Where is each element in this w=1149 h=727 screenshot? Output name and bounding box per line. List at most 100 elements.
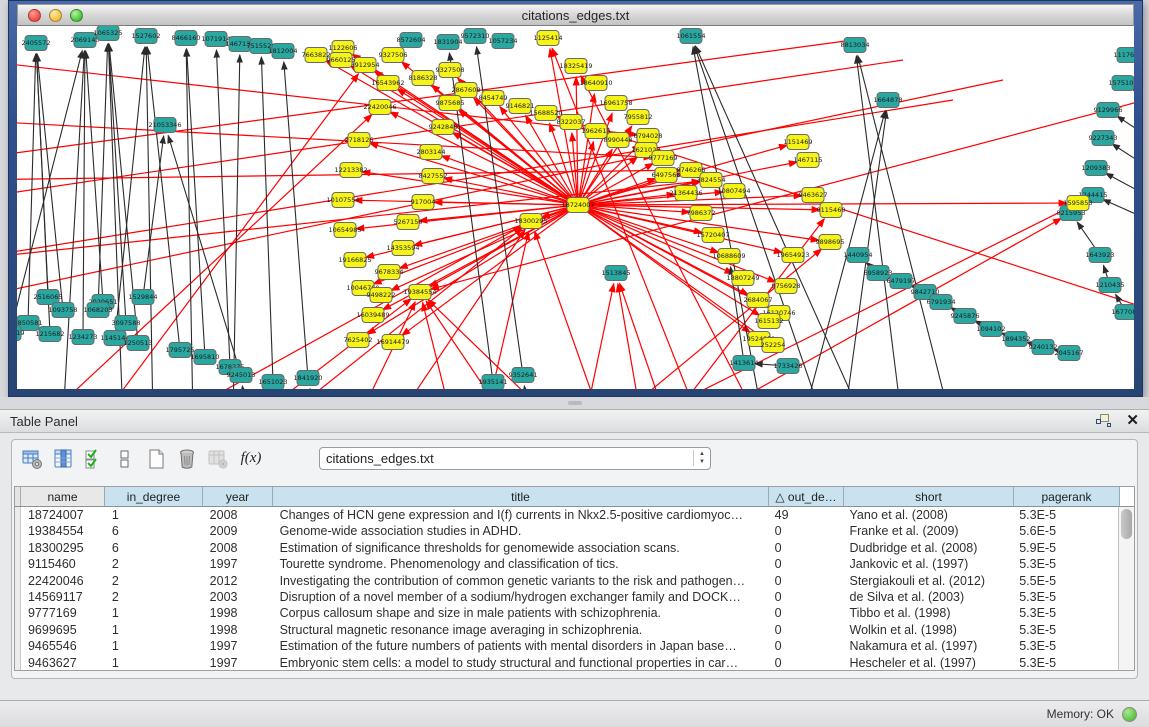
graph-node-teal[interactable]: 1413614 [730,356,759,371]
table-body[interactable]: 1872400712008Changes of HCN gene express… [15,507,1118,670]
graph-edge[interactable] [423,303,453,389]
table-cell[interactable]: Investigating the contribution of common… [273,573,768,589]
graph-node-teal[interactable]: 1664878 [874,93,903,108]
table-cell[interactable]: Dudbridge et al. (2008) [843,540,1013,556]
table-select-dropdown[interactable]: citations_edges.txt ▲▼ [319,447,711,470]
graph-node-teal[interactable]: 8572604 [397,33,426,48]
table-cell[interactable]: 0 [768,638,843,654]
table-vertical-scrollbar[interactable] [1118,507,1134,670]
table-cell[interactable]: Hescheler et al. (1997) [843,655,1013,670]
graph-node-yellow[interactable]: 8427552 [419,169,448,184]
column-header-name[interactable]: name [21,487,105,506]
table-row[interactable]: 969969511998Structural magnetic resonanc… [15,622,1118,638]
graph-node-teal[interactable]: 6479197 [887,274,916,289]
graph-edge[interactable] [1106,173,1134,215]
graph-edge[interactable] [524,386,530,389]
graph-node-yellow[interactable]: 10107554 [326,193,359,208]
graph-node-yellow[interactable]: 1125414 [534,31,563,46]
graph-node-yellow[interactable]: 9875685 [436,96,465,111]
table-cell[interactable]: 5.3E-5 [1012,655,1118,670]
column-header-pagerank[interactable]: pagerank [1014,487,1120,506]
table-cell[interactable]: 0 [768,573,843,589]
table-cell[interactable]: Franke et al. (2009) [843,523,1013,539]
graph-edge[interactable] [242,386,248,389]
graph-node-yellow[interactable]: 19384554 [403,285,436,300]
graph-node-yellow[interactable]: 1595853 [1064,196,1093,211]
table-cell[interactable]: 1 [105,605,203,621]
node-table[interactable]: name in_degree year title △ out_de… shor… [14,486,1135,671]
table-cell[interactable]: 5.6E-5 [1012,523,1118,539]
graph-edge[interactable] [618,284,643,389]
table-row[interactable]: 1456911722003Disruption of a novel membe… [15,589,1118,605]
graph-node-yellow[interactable]: 6794028 [634,129,663,144]
graph-node-teal[interactable]: 9240132 [1029,340,1058,355]
delete-column-icon[interactable] [174,446,200,472]
graph-node-yellow[interactable]: 917004 [411,195,436,210]
table-cell[interactable]: 1997 [203,556,273,572]
table-cell[interactable]: 18300295 [21,540,105,556]
table-cell[interactable]: 1 [105,622,203,638]
graph-node-yellow[interactable]: 14353594 [386,241,419,256]
graph-edge[interactable] [402,205,578,335]
graph-node-teal[interactable]: 1061554 [677,29,706,44]
graph-node-teal[interactable]: 1651023 [259,375,288,390]
table-cell[interactable]: 2 [105,573,203,589]
graph-node-yellow[interactable]: 19166825 [338,253,371,268]
graph-edge[interactable] [37,54,63,310]
table-cell[interactable]: 9463627 [21,655,105,670]
graph-node-yellow[interactable]: 9242848 [429,120,458,135]
graph-node-yellow[interactable]: 252254 [761,338,786,353]
graph-edge[interactable] [83,51,85,337]
graph-node-teal[interactable]: 9245876 [951,309,980,324]
network-window[interactable]: citations_edges.txt 24055722069140106532… [8,0,1143,397]
table-cell[interactable]: Disruption of a novel member of a sodium… [273,589,768,605]
graph-node-teal[interactable]: 9129966 [1094,103,1123,118]
graph-node-teal[interactable]: 1440954 [844,248,873,263]
table-cell[interactable]: Genome-wide association studies in ADHD. [273,523,768,539]
table-cell[interactable]: 2009 [203,523,273,539]
table-cell[interactable]: 19384554 [21,523,105,539]
table-row[interactable]: 946362711997Embryonic stem cells: a mode… [15,655,1118,670]
graph-node-yellow[interactable]: 9660125 [327,53,356,68]
graph-node-yellow[interactable]: 9756928 [772,279,801,294]
graph-node-teal[interactable]: 3097588 [112,316,141,331]
graph-node-yellow[interactable]: 5267150 [394,215,423,230]
maximize-window-icon[interactable] [70,9,83,22]
close-panel-icon[interactable]: ✕ [1126,414,1139,428]
function-builder-icon[interactable]: f(x) [236,446,266,472]
graph-node-yellow[interactable]: 8186328 [409,71,438,86]
graph-node-teal[interactable]: 1210435 [1096,278,1125,293]
graph-node-yellow[interactable]: 7986372 [687,206,716,221]
table-cell[interactable]: 49 [768,507,843,523]
graph-edge[interactable] [1117,116,1134,160]
graph-node-yellow[interactable]: 9678334 [375,265,404,280]
show-columns-icon[interactable] [50,446,76,472]
graph-node-teal[interactable]: 2405572 [22,36,51,51]
table-cell[interactable]: 2003 [203,589,273,605]
graph-node-teal[interactable]: 1209383 [1082,161,1111,176]
table-cell[interactable]: 0 [768,589,843,605]
graph-node-teal[interactable]: 9352641 [509,368,538,383]
graph-edge[interactable] [354,200,578,205]
graph-node-teal[interactable]: 1093758 [49,303,78,318]
select-columns-icon[interactable] [81,446,107,472]
graph-edge[interactable] [583,284,614,389]
column-header-year[interactable]: year [203,487,273,506]
table-row[interactable]: 1830029562008Estimation of significance … [15,540,1118,556]
graph-edge[interactable] [37,54,48,297]
table-cell[interactable]: 5.3E-5 [1012,605,1118,621]
graph-edge[interactable] [143,136,164,297]
graph-node-yellow[interactable]: 18325419 [559,59,592,74]
graph-node-teal[interactable]: 1250513 [124,336,153,351]
table-cell[interactable]: 5.5E-5 [1012,573,1118,589]
table-cell[interactable]: Estimation of significance thresholds fo… [273,540,768,556]
graph-node-teal[interactable]: 1215682 [36,327,65,342]
graph-node-teal[interactable]: 1841920 [294,371,323,386]
graph-edge[interactable] [284,62,308,378]
graph-node-yellow[interactable]: 1151469 [784,135,813,150]
citation-network-graph[interactable]: 2405572206914010653251527602846616010719… [17,26,1134,389]
table-cell[interactable]: 22420046 [21,573,105,589]
graph-node-teal[interactable]: 1527602 [132,29,161,44]
graph-edge[interactable] [216,50,230,367]
column-header-out-degree[interactable]: △ out_de… [769,487,844,506]
